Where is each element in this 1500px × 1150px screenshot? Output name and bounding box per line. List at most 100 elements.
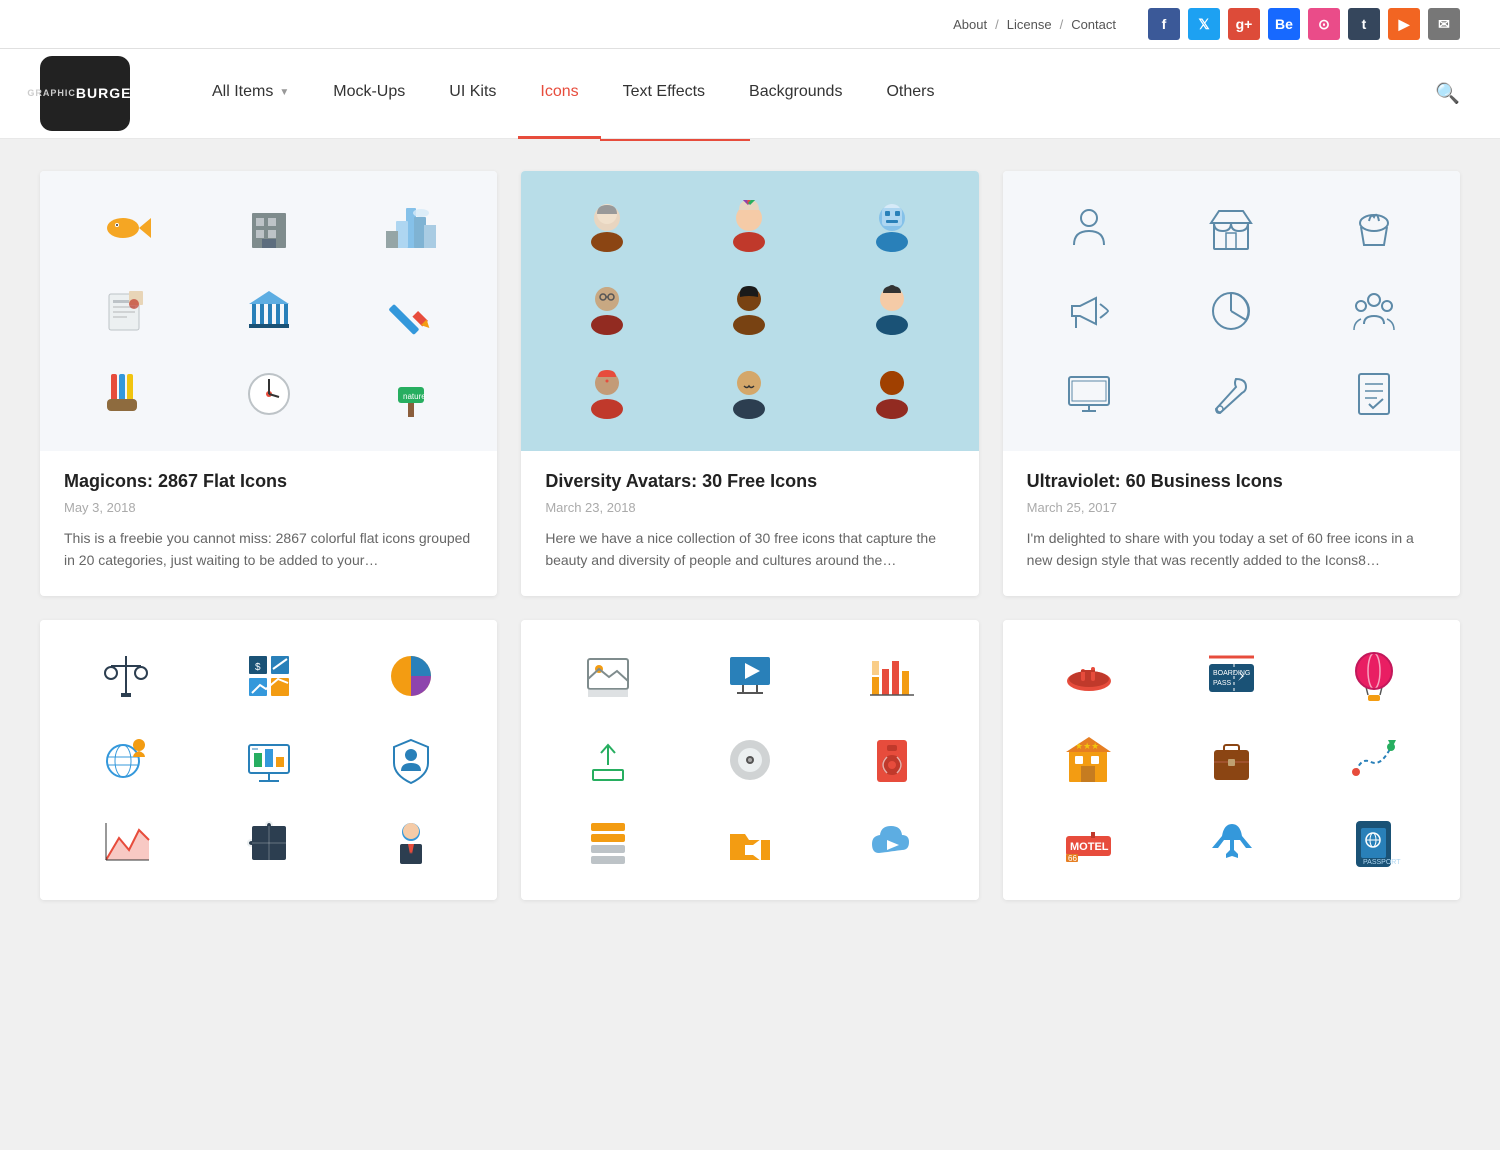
svg-text:★★★: ★★★ <box>1075 741 1099 751</box>
icon-newspaper <box>60 274 192 347</box>
avatar-2 <box>684 191 816 264</box>
card-date-ultraviolet: March 25, 2017 <box>1027 500 1436 515</box>
card-image-media <box>521 620 978 900</box>
icon-hot-air-balloon <box>1308 640 1440 713</box>
nav-others[interactable]: Others <box>864 49 956 139</box>
card-image-diversity <box>521 171 978 451</box>
card-image-business: $ <box>40 620 497 900</box>
icon-shield-person <box>345 723 477 796</box>
rss-icon[interactable]: ▶ <box>1388 8 1420 40</box>
icon-cupcake <box>1308 191 1440 264</box>
card-title-magicons[interactable]: Magicons: 2867 Flat Icons <box>64 471 473 492</box>
icon-nature-sign: nature <box>345 358 477 431</box>
icon-cd-disc <box>684 723 816 796</box>
card-media <box>521 620 978 900</box>
icon-person-tie <box>345 806 477 879</box>
icon-cloud-play <box>826 806 958 879</box>
icon-image <box>541 640 673 713</box>
avatar-8 <box>684 358 816 431</box>
icon-document <box>1308 358 1440 431</box>
icon-store <box>1165 191 1297 264</box>
top-bar-links: About / License / Contact <box>953 17 1116 32</box>
avatar-3 <box>826 191 958 264</box>
icon-monitor-play <box>684 640 816 713</box>
icon-clock <box>202 358 334 431</box>
nav-icons[interactable]: Icons <box>518 49 600 139</box>
nav-text-effects[interactable]: Text Effects <box>601 49 727 139</box>
svg-text:$: $ <box>255 662 261 673</box>
nav-all-items[interactable]: All Items ▼ <box>190 49 311 139</box>
avatar-7 <box>541 358 673 431</box>
header: GRAPHIC BURGER All Items ▼ Mock-Ups UI K… <box>0 49 1500 139</box>
nav-backgrounds[interactable]: Backgrounds <box>727 49 864 139</box>
sep1: / <box>995 17 999 32</box>
icon-airplane <box>1165 806 1297 879</box>
icon-bank <box>202 274 334 347</box>
card-diversity: Diversity Avatars: 30 Free Icons March 2… <box>521 171 978 596</box>
card-desc-ultraviolet: I'm delighted to share with you today a … <box>1027 527 1436 572</box>
social-icons: f 𝕏 g+ Be ⊙ t ▶ ✉ <box>1148 8 1460 40</box>
svg-text:PASS: PASS <box>1213 680 1231 687</box>
top-bar: About / License / Contact f 𝕏 g+ Be ⊙ t … <box>0 0 1500 49</box>
card-ultraviolet: Ultraviolet: 60 Business Icons March 25,… <box>1003 171 1460 596</box>
card-title-diversity[interactable]: Diversity Avatars: 30 Free Icons <box>545 471 954 492</box>
nav-uikits[interactable]: UI Kits <box>427 49 518 139</box>
icon-storage <box>541 806 673 879</box>
card-date-magicons: May 3, 2018 <box>64 500 473 515</box>
card-image-ultraviolet <box>1003 171 1460 451</box>
card-magicons: nature Magicons: 2867 Flat Icons May 3, … <box>40 171 497 596</box>
card-body-ultraviolet: Ultraviolet: 60 Business Icons March 25,… <box>1003 451 1460 596</box>
icon-hotel: ★★★ <box>1023 723 1155 796</box>
behance-icon[interactable]: Be <box>1268 8 1300 40</box>
icon-pencils <box>60 358 192 431</box>
nav-mockups[interactable]: Mock-Ups <box>311 49 427 139</box>
icon-puzzle <box>202 806 334 879</box>
icon-route-map <box>1308 723 1440 796</box>
icon-mountain-chart <box>60 806 192 879</box>
card-business: $ <box>40 620 497 900</box>
tumblr-icon[interactable]: t <box>1348 8 1380 40</box>
license-link[interactable]: License <box>1007 17 1052 32</box>
avatar-1 <box>541 191 673 264</box>
card-travel: BOARDING PASS <box>1003 620 1460 900</box>
sep2: / <box>1060 17 1064 32</box>
svg-text:BOARDING: BOARDING <box>1213 670 1250 677</box>
icon-piechart <box>1165 274 1297 347</box>
icon-chart-display <box>202 723 334 796</box>
icon-sandals <box>1023 640 1155 713</box>
icon-building <box>202 191 334 264</box>
icon-suitcase <box>1165 723 1297 796</box>
logo[interactable]: GRAPHIC BURGER <box>40 56 130 131</box>
main-content: nature Magicons: 2867 Flat Icons May 3, … <box>0 141 1500 930</box>
card-title-ultraviolet[interactable]: Ultraviolet: 60 Business Icons <box>1027 471 1436 492</box>
card-body-diversity: Diversity Avatars: 30 Free Icons March 2… <box>521 451 978 596</box>
twitter-icon[interactable]: 𝕏 <box>1188 8 1220 40</box>
icon-bar-chart-color <box>826 640 958 713</box>
icon-pie-chart <box>345 640 477 713</box>
icon-boarding-pass: BOARDING PASS <box>1165 640 1297 713</box>
icon-city <box>345 191 477 264</box>
icon-grid-chart: $ <box>202 640 334 713</box>
search-icon[interactable]: 🔍 <box>1435 81 1460 106</box>
icon-person <box>1023 191 1155 264</box>
dribbble-icon[interactable]: ⊙ <box>1308 8 1340 40</box>
icon-team <box>1308 274 1440 347</box>
cards-grid: nature Magicons: 2867 Flat Icons May 3, … <box>40 171 1460 900</box>
avatar-6 <box>826 274 958 347</box>
icon-music-speaker <box>826 723 958 796</box>
card-desc-diversity: Here we have a nice collection of 30 fre… <box>545 527 954 572</box>
card-image-travel: BOARDING PASS <box>1003 620 1460 900</box>
mail-icon[interactable]: ✉ <box>1428 8 1460 40</box>
avatar-5 <box>684 274 816 347</box>
svg-text:MOTEL: MOTEL <box>1070 841 1109 853</box>
gplus-icon[interactable]: g+ <box>1228 8 1260 40</box>
icon-pencil <box>345 274 477 347</box>
icon-scale <box>60 640 192 713</box>
about-link[interactable]: About <box>953 17 987 32</box>
facebook-icon[interactable]: f <box>1148 8 1180 40</box>
icon-monitor <box>1023 358 1155 431</box>
card-body-magicons: Magicons: 2867 Flat Icons May 3, 2018 Th… <box>40 451 497 596</box>
svg-text:PASSPORT: PASSPORT <box>1363 859 1401 866</box>
avatar-9 <box>826 358 958 431</box>
contact-link[interactable]: Contact <box>1071 17 1116 32</box>
